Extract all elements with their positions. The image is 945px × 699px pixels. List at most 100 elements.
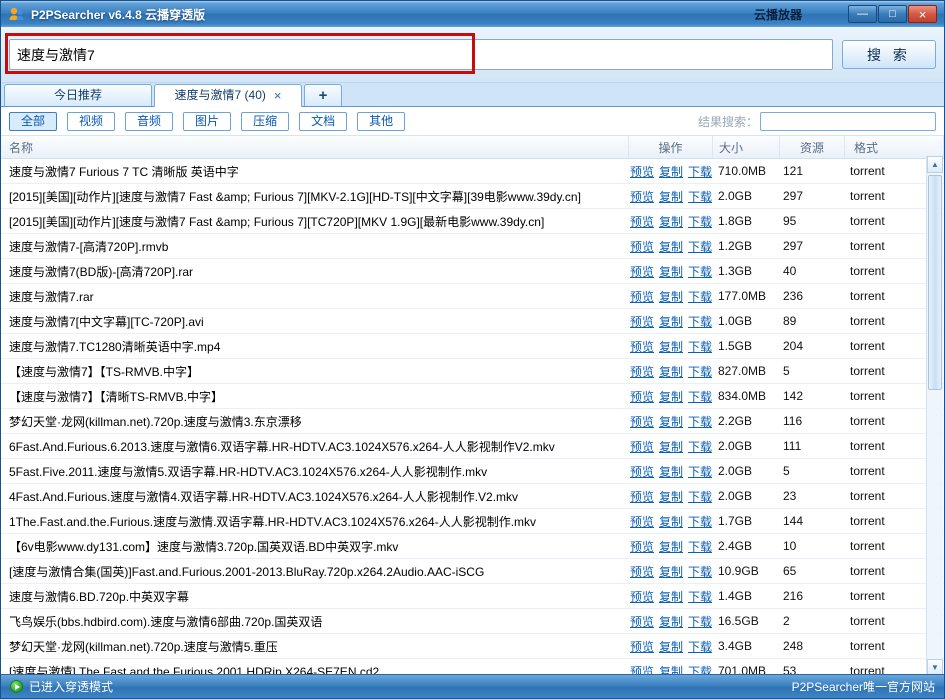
new-tab-button[interactable]: + — [304, 84, 342, 106]
header-action[interactable]: 操作 — [629, 136, 713, 158]
table-row[interactable]: 速度与激情7(BD版)-[高清720P].rar 预览 复制 下载 1.3GB 40 tor… — [1, 259, 944, 284]
copy-link[interactable]: 复制 — [659, 638, 683, 655]
preview-link[interactable]: 预览 — [630, 488, 654, 505]
copy-link[interactable]: 复制 — [659, 613, 683, 630]
filter-document[interactable]: 文档 — [299, 111, 348, 131]
scroll-up-arrow[interactable]: ▲ — [927, 156, 943, 173]
download-link[interactable]: 下载 — [688, 463, 712, 480]
header-format[interactable]: 格式 — [845, 136, 944, 158]
preview-link[interactable]: 预览 — [630, 388, 654, 405]
filter-other[interactable]: 其他 — [357, 111, 406, 131]
table-row[interactable]: 速度与激情7-[高清720P].rmvb 预览 复制 下载 1.2GB 297 torren… — [1, 234, 944, 259]
download-link[interactable]: 下载 — [688, 538, 712, 555]
copy-link[interactable]: 复制 — [659, 488, 683, 505]
preview-link[interactable]: 预览 — [630, 463, 654, 480]
table-row[interactable]: 梦幻天堂·龙网(killman.net).720p.速度与激情3.东京漂移 预览复… — [1, 409, 944, 434]
table-row[interactable]: 【速度与激情7】【清晰TS-RMVB.中字】 预览 复制 下载 834.0MB 142 to… — [1, 384, 944, 409]
tab-today-recommend[interactable]: 今日推荐 — [4, 84, 152, 106]
download-link[interactable]: 下载 — [688, 188, 712, 205]
table-row[interactable]: 5Fast.Five.2011.速度与激情5.双语字幕.HR-HDTV.AC3.… — [1, 459, 944, 484]
filter-audio[interactable]: 音频 — [125, 111, 174, 131]
copy-link[interactable]: 复制 — [659, 213, 683, 230]
table-row[interactable]: 【速度与激情7】【TS-RMVB.中字】 预览 复制 下载 827.0MB 5 torren… — [1, 359, 944, 384]
copy-link[interactable]: 复制 — [659, 538, 683, 555]
download-link[interactable]: 下载 — [688, 563, 712, 580]
copy-link[interactable]: 复制 — [659, 188, 683, 205]
copy-link[interactable]: 复制 — [659, 263, 683, 280]
download-link[interactable]: 下载 — [688, 213, 712, 230]
preview-link[interactable]: 预览 — [630, 238, 654, 255]
download-link[interactable]: 下载 — [688, 388, 712, 405]
table-row[interactable]: 1The.Fast.and.the.Furious.速度与激情.双语字幕.HR-… — [1, 509, 944, 534]
copy-link[interactable]: 复制 — [659, 388, 683, 405]
copy-link[interactable]: 复制 — [659, 563, 683, 580]
filter-archive[interactable]: 压缩 — [241, 111, 290, 131]
table-row[interactable]: [速度与激情合集(国英)]Fast.and.Furious.2001-2013.… — [1, 559, 944, 584]
preview-link[interactable]: 预览 — [630, 613, 654, 630]
header-name[interactable]: 名称 — [1, 136, 629, 158]
cloud-player-button[interactable]: 云播放器 — [754, 6, 802, 23]
table-row[interactable]: 6Fast.And.Furious.6.2013.速度与激情6.双语字幕.HR-… — [1, 434, 944, 459]
filter-image[interactable]: 图片 — [183, 111, 232, 131]
preview-link[interactable]: 预览 — [630, 213, 654, 230]
download-link[interactable]: 下载 — [688, 238, 712, 255]
table-row[interactable]: 速度与激情7[中文字幕][TC-720P].avi 预览 复制 下载 1.0GB 89 to… — [1, 309, 944, 334]
preview-link[interactable]: 预览 — [630, 638, 654, 655]
tab-close-icon[interactable]: × — [274, 89, 282, 102]
vertical-scrollbar[interactable]: ▲ ▼ — [926, 156, 943, 676]
download-link[interactable]: 下载 — [688, 638, 712, 655]
download-link[interactable]: 下载 — [688, 513, 712, 530]
result-filter-input[interactable] — [760, 111, 936, 131]
preview-link[interactable]: 预览 — [630, 563, 654, 580]
download-link[interactable]: 下载 — [688, 338, 712, 355]
table-row[interactable]: 【6v电影www.dy131.com】速度与激情3.720p.国英双语.BD中英… — [1, 534, 944, 559]
table-row[interactable]: 速度与激情7.TC1280清晰英语中字.mp4 预览 复制 下载 1.5GB 204 tor… — [1, 334, 944, 359]
search-input[interactable] — [9, 39, 833, 70]
table-row[interactable]: 速度与激情6.BD.720p.中英双字幕 预览 复制 下载 1.4GB 216 torren… — [1, 584, 944, 609]
table-row[interactable]: 飞鸟娱乐(bbs.hdbird.com).速度与激情6部曲.720p.国英双语 预… — [1, 609, 944, 634]
copy-link[interactable]: 复制 — [659, 588, 683, 605]
table-row[interactable]: 4Fast.And.Furious.速度与激情4.双语字幕.HR-HDTV.AC… — [1, 484, 944, 509]
copy-link[interactable]: 复制 — [659, 513, 683, 530]
search-button[interactable]: 搜 索 — [842, 40, 936, 69]
preview-link[interactable]: 预览 — [630, 538, 654, 555]
copy-link[interactable]: 复制 — [659, 288, 683, 305]
table-row[interactable]: 速度与激情7 Furious 7 TC 清晰版 英语中字 预览 复制 下载 710.0M… — [1, 159, 944, 184]
preview-link[interactable]: 预览 — [630, 438, 654, 455]
download-link[interactable]: 下载 — [688, 313, 712, 330]
preview-link[interactable]: 预览 — [630, 163, 654, 180]
filter-all[interactable]: 全部 — [9, 111, 58, 131]
preview-link[interactable]: 预览 — [630, 263, 654, 280]
preview-link[interactable]: 预览 — [630, 188, 654, 205]
preview-link[interactable]: 预览 — [630, 313, 654, 330]
download-link[interactable]: 下载 — [688, 438, 712, 455]
preview-link[interactable]: 预览 — [630, 288, 654, 305]
tab-search-result[interactable]: 速度与激情7 (40) × — [154, 84, 302, 107]
copy-link[interactable]: 复制 — [659, 363, 683, 380]
preview-link[interactable]: 预览 — [630, 413, 654, 430]
download-link[interactable]: 下载 — [688, 263, 712, 280]
preview-link[interactable]: 预览 — [630, 588, 654, 605]
download-link[interactable]: 下载 — [688, 488, 712, 505]
preview-link[interactable]: 预览 — [630, 363, 654, 380]
preview-link[interactable]: 预览 — [630, 513, 654, 530]
table-row[interactable]: [2015][美国][动作片][速度与激情7 Fast &amp; Furiou… — [1, 184, 944, 209]
close-button[interactable]: × — [908, 5, 937, 23]
official-site-link[interactable]: P2PSearcher唯一官方网站 — [792, 678, 935, 695]
download-link[interactable]: 下载 — [688, 413, 712, 430]
header-size[interactable]: 大小 — [713, 136, 780, 158]
copy-link[interactable]: 复制 — [659, 438, 683, 455]
minimize-button[interactable]: — — [848, 5, 877, 23]
download-link[interactable]: 下载 — [688, 613, 712, 630]
copy-link[interactable]: 复制 — [659, 413, 683, 430]
filter-video[interactable]: 视频 — [67, 111, 116, 131]
download-link[interactable]: 下载 — [688, 363, 712, 380]
download-link[interactable]: 下载 — [688, 588, 712, 605]
download-link[interactable]: 下载 — [688, 288, 712, 305]
scroll-thumb[interactable] — [928, 175, 942, 390]
copy-link[interactable]: 复制 — [659, 338, 683, 355]
preview-link[interactable]: 预览 — [630, 338, 654, 355]
table-row[interactable]: 速度与激情7.rar 预览 复制 下载 177.0MB 236 torrent — [1, 284, 944, 309]
copy-link[interactable]: 复制 — [659, 463, 683, 480]
table-row[interactable]: 梦幻天堂·龙网(killman.net).720p.速度与激情5.重压 预览 复制下… — [1, 634, 944, 659]
